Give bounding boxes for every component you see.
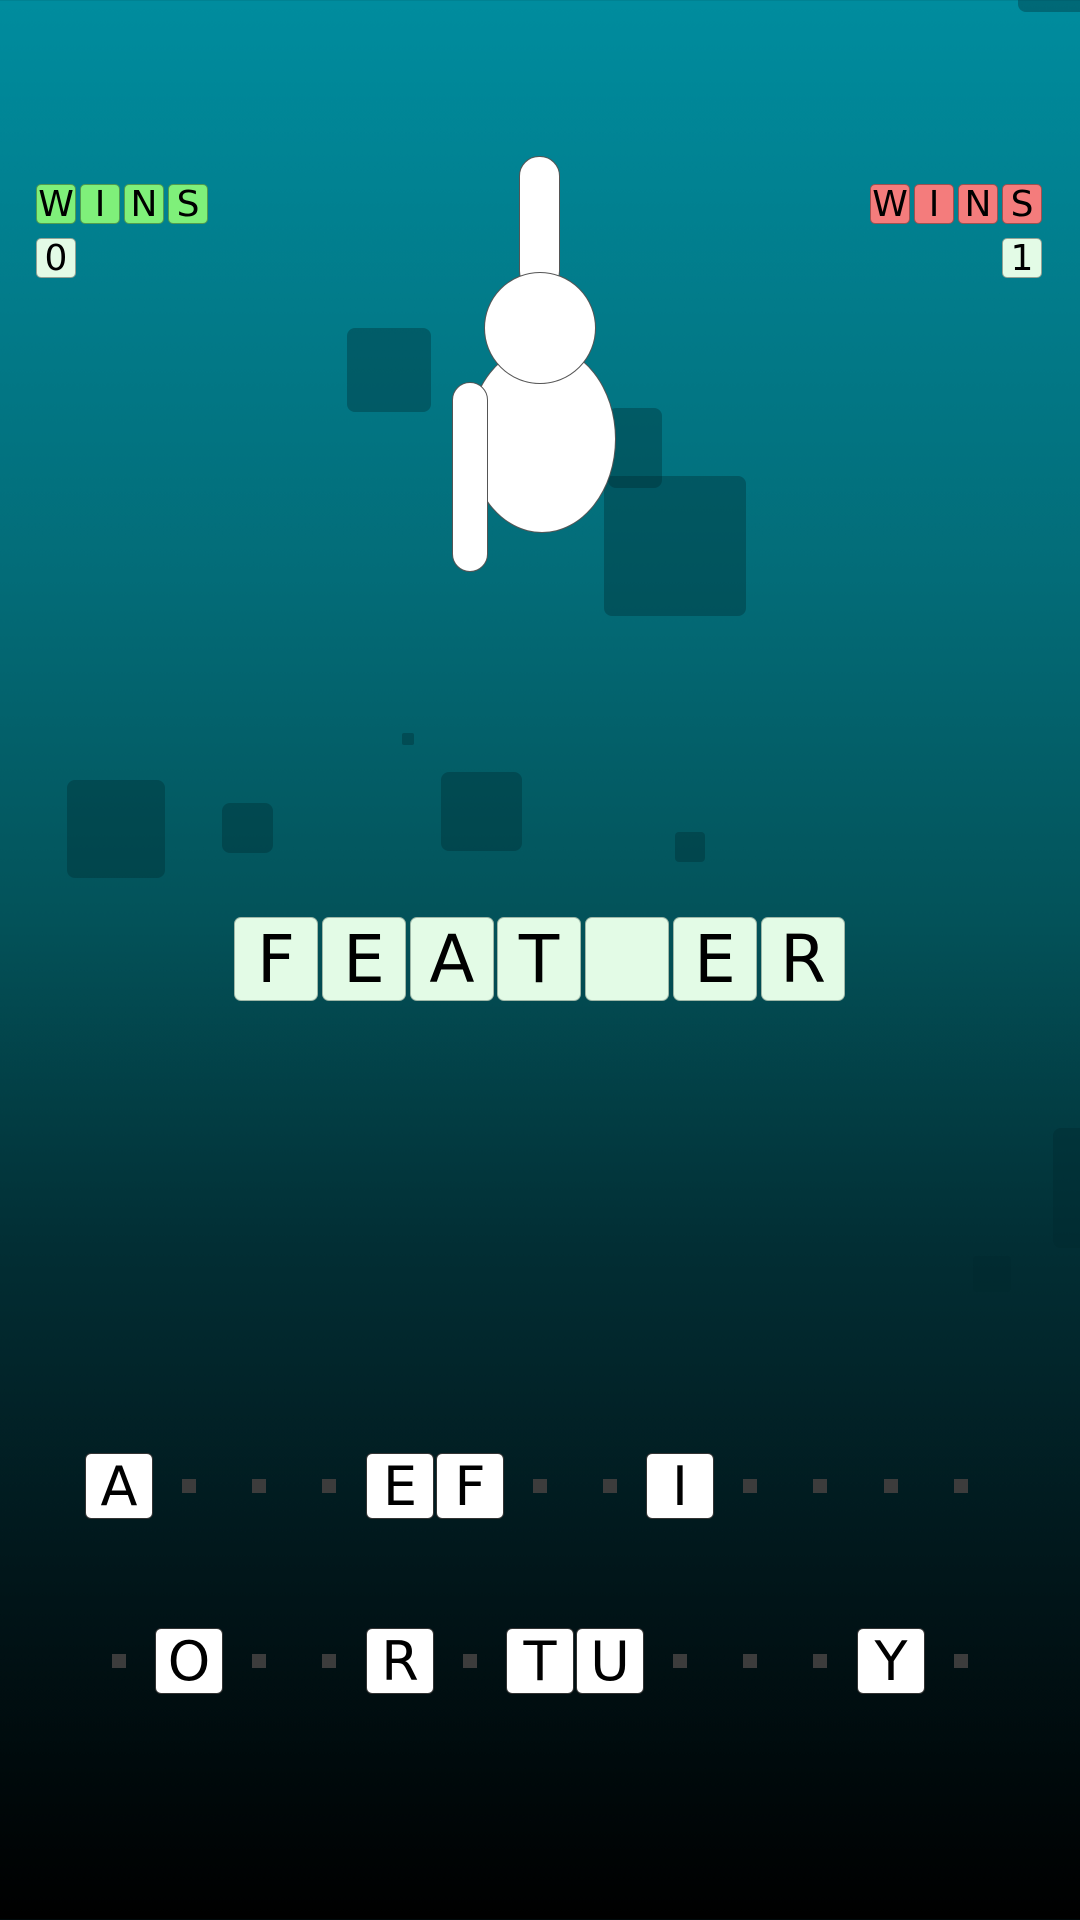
used-letter-marker: [463, 1654, 477, 1668]
used-letter-marker: [743, 1654, 757, 1668]
bg-square: [441, 772, 522, 851]
used-letter-marker: [533, 1479, 547, 1493]
wins-label-letter: N: [958, 184, 998, 225]
bg-square: [604, 476, 746, 616]
bg-square: [1018, 0, 1080, 12]
used-letter-marker: [743, 1479, 757, 1493]
used-letter-marker: [954, 1479, 968, 1493]
used-letter-marker: [813, 1654, 827, 1668]
word-letter-tile: E: [322, 917, 406, 1001]
used-letter-marker: [884, 1479, 898, 1493]
word-letter-tile: R: [761, 917, 845, 1001]
bg-square: [1053, 1128, 1080, 1248]
wins-label-letter: I: [80, 184, 120, 225]
wins-label-letter: W: [36, 184, 76, 225]
right-wins-count: 1: [1002, 238, 1042, 279]
letter-key[interactable]: R: [366, 1628, 434, 1694]
bg-square: [402, 733, 414, 745]
word-letter-tile: E: [673, 917, 757, 1001]
bg-square: [675, 832, 705, 862]
bg-square: [973, 1256, 1011, 1292]
used-letter-marker: [252, 1479, 266, 1493]
letter-key[interactable]: O: [155, 1628, 223, 1694]
used-letter-marker: [954, 1654, 968, 1668]
wins-label-letter: W: [870, 184, 910, 225]
wins-label-letter: N: [124, 184, 164, 225]
letter-key[interactable]: I: [646, 1453, 714, 1519]
left-wins-count: 0: [36, 238, 76, 279]
letter-key[interactable]: F: [436, 1453, 504, 1519]
used-letter-marker: [322, 1654, 336, 1668]
letter-key[interactable]: A: [85, 1453, 153, 1519]
hangman-head: [484, 272, 596, 384]
used-letter-marker: [182, 1479, 196, 1493]
wins-label-letter: S: [1002, 184, 1042, 225]
used-letter-marker: [112, 1654, 126, 1668]
used-letter-marker: [252, 1654, 266, 1668]
word-letter-tile: T: [497, 917, 581, 1001]
used-letter-marker: [673, 1654, 687, 1668]
letter-key[interactable]: T: [506, 1628, 574, 1694]
bg-square: [347, 328, 431, 412]
hangman-arm: [452, 382, 488, 572]
word-letter-tile: F: [234, 917, 318, 1001]
letter-key[interactable]: E: [366, 1453, 434, 1519]
letter-key[interactable]: U: [576, 1628, 644, 1694]
wins-label-letter: I: [914, 184, 954, 225]
used-letter-marker: [603, 1479, 617, 1493]
bg-square: [222, 803, 273, 853]
hangman-neck: [519, 156, 560, 291]
used-letter-marker: [813, 1479, 827, 1493]
word-blank-tile: [585, 917, 669, 1001]
bg-square: [67, 780, 165, 878]
used-letter-marker: [322, 1479, 336, 1493]
word-letter-tile: A: [410, 917, 494, 1001]
wins-label-letter: S: [168, 184, 208, 225]
letter-key[interactable]: Y: [857, 1628, 925, 1694]
